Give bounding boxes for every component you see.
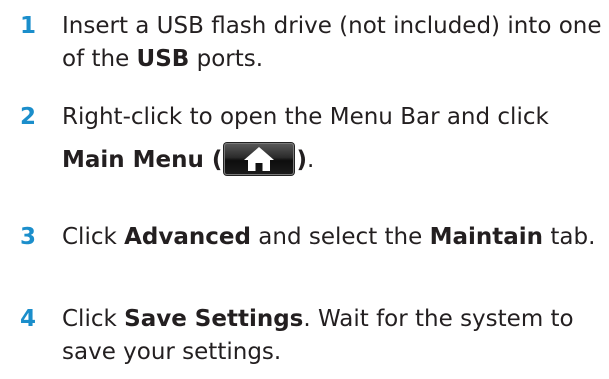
home-icon xyxy=(244,146,275,171)
maintain-term: Maintain xyxy=(429,224,544,250)
step-number: 2 xyxy=(20,104,37,130)
step-2: 2 Right-click to open the Menu Bar and c… xyxy=(20,101,605,177)
step-number: 3 xyxy=(20,224,37,250)
home-button-icon xyxy=(224,142,295,175)
step-text: Click Advanced and select the Maintain t… xyxy=(62,224,596,250)
save-settings-term: Save Settings xyxy=(124,306,304,332)
step-3: 3 Click Advanced and select the Maintain… xyxy=(20,221,605,254)
step-1: 1 Insert a USB flash drive (not included… xyxy=(20,10,605,76)
step-text: Insert a USB flash drive (not included) … xyxy=(62,13,602,72)
usb-term: USB xyxy=(136,46,190,72)
step-text: Click Save Settings. Wait for the system… xyxy=(62,306,574,365)
main-menu-term: Main Menu ( xyxy=(62,147,223,173)
step-number: 4 xyxy=(20,306,37,332)
step-number: 1 xyxy=(20,13,37,39)
advanced-term: Advanced xyxy=(124,224,251,250)
step-text: Right-click to open the Menu Bar and cli… xyxy=(62,104,549,175)
step-4: 4 Click Save Settings. Wait for the syst… xyxy=(20,303,605,369)
